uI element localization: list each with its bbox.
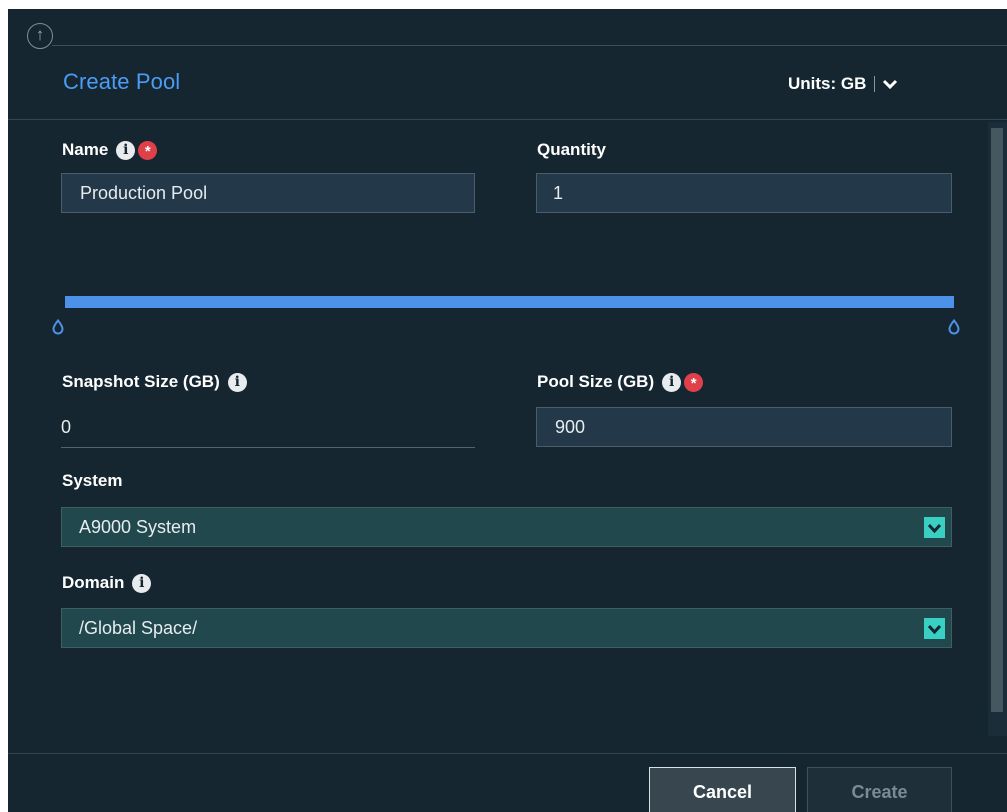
chevron-down-icon (883, 79, 898, 90)
slider-max-handle[interactable] (948, 319, 960, 335)
quantity-input[interactable]: 1 (536, 173, 952, 213)
quantity-label-group: Quantity (537, 139, 606, 161)
divider (52, 45, 1007, 46)
scrollbar-thumb[interactable] (991, 128, 1003, 712)
domain-select-value: /Global Space/ (79, 618, 198, 638)
domain-label: Domain (62, 573, 125, 592)
system-label-group: System (62, 470, 122, 492)
pool-size-label: Pool Size (GB) (537, 372, 655, 391)
chevron-down-icon[interactable] (924, 618, 945, 639)
divider (8, 753, 1007, 754)
system-label: System (62, 471, 123, 490)
divider (874, 76, 876, 92)
create-button[interactable]: Create (807, 767, 952, 812)
chevron-down-icon[interactable] (924, 517, 945, 538)
required-icon: * (684, 372, 704, 392)
dialog-title: Create Pool (63, 69, 181, 94)
domain-select[interactable]: /Global Space/ (61, 608, 952, 648)
pool-size-input[interactable]: 900 (536, 407, 952, 447)
system-select-value: A9000 System (79, 517, 197, 537)
cancel-button[interactable]: Cancel (649, 767, 796, 812)
snapshot-size-label-group: Snapshot Size (GB) i (62, 371, 247, 393)
size-slider-track[interactable] (65, 296, 954, 308)
units-dropdown[interactable]: Units: GB (788, 72, 898, 96)
info-icon[interactable]: i (116, 140, 136, 160)
create-pool-dialog: ↑ Create Pool Units: GB Name i * Product… (8, 9, 1007, 812)
info-icon[interactable]: i (132, 573, 152, 593)
divider (8, 119, 1007, 120)
name-input[interactable]: Production Pool (61, 173, 475, 213)
name-label: Name (62, 140, 109, 159)
arrow-up-circle-icon[interactable]: ↑ (27, 23, 53, 49)
info-icon[interactable]: i (227, 372, 247, 392)
name-label-group: Name i * (62, 139, 158, 161)
snapshot-size-input[interactable]: 0 (61, 408, 475, 448)
system-select[interactable]: A9000 System (61, 507, 952, 547)
required-icon: * (138, 140, 158, 160)
units-label: Units: GB (788, 74, 867, 93)
slider-min-handle[interactable] (52, 319, 64, 335)
quantity-label: Quantity (537, 140, 606, 159)
pool-size-label-group: Pool Size (GB) i * (537, 371, 704, 393)
info-icon[interactable]: i (662, 372, 682, 392)
domain-label-group: Domain i (62, 572, 152, 594)
snapshot-size-label: Snapshot Size (GB) (62, 372, 220, 391)
